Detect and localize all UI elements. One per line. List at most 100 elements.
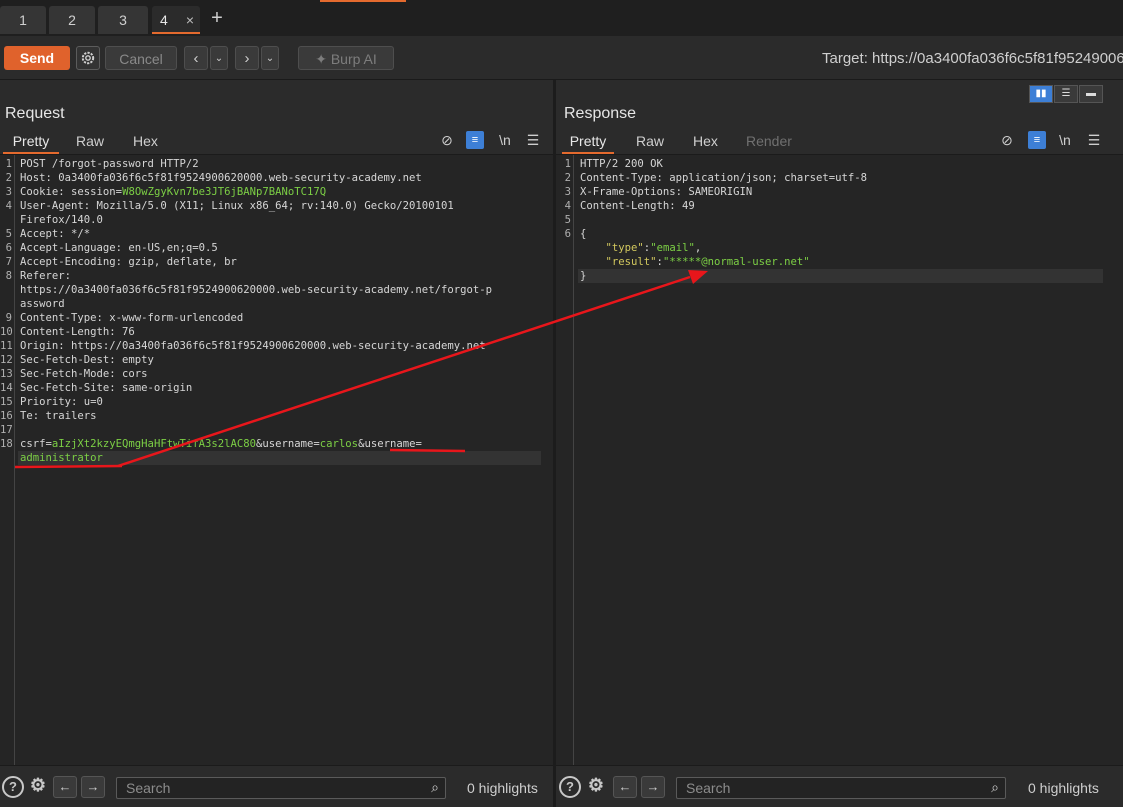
code-line[interactable]: https://0a3400fa036f6c5f81f9524900620000… [20, 283, 492, 297]
tab-4[interactable]: 4 × [152, 6, 200, 34]
gear-icon[interactable]: ⚙ [585, 776, 607, 798]
gear-icon[interactable]: ⚙ [27, 776, 49, 798]
line-number [0, 297, 12, 311]
line-number: 5 [564, 214, 571, 226]
code-line[interactable]: "result":"*****@normal-user.net" [580, 255, 810, 269]
request-editor[interactable]: 1 2 3 4 5 6 7 8 9 10 11 12 13 14 15 16 17 18 POST /forgot… [0, 154, 553, 765]
code-line[interactable]: administrator [20, 451, 103, 465]
line-number: 6 [5, 242, 12, 254]
cancel-button[interactable]: Cancel [105, 46, 177, 70]
code-line[interactable]: Origin: https://0a3400fa036f6c5f81f95249… [20, 339, 486, 353]
code-line[interactable]: Accept-Encoding: gzip, deflate, br [20, 255, 237, 269]
code-line[interactable]: Firefox/140.0 [20, 213, 103, 227]
help-icon[interactable]: ? [559, 776, 581, 798]
tab-pretty[interactable]: Pretty [3, 132, 59, 154]
code-line[interactable]: Priority: u=0 [20, 395, 103, 409]
tab-pretty[interactable]: Pretty [562, 132, 614, 154]
newline-icon[interactable]: \n [1056, 131, 1074, 149]
line-number: 9 [5, 312, 12, 324]
code-line[interactable]: POST /forgot-password HTTP/2 [20, 157, 199, 171]
search-prev-button[interactable]: ← [613, 776, 637, 798]
accent-line [320, 0, 406, 2]
code-line[interactable]: HTTP/2 200 OK [580, 157, 663, 171]
burp-ai-button[interactable]: ✦ Burp AI [298, 46, 394, 70]
code-line[interactable]: Referer: [20, 269, 71, 283]
code-line[interactable]: Te: trailers [20, 409, 97, 423]
add-tab-button[interactable]: + [207, 6, 227, 32]
request-subtabs: Pretty Raw Hex ⊘ ≡ \n ☰ [0, 128, 553, 154]
header-name: Cookie: session= [20, 186, 123, 198]
line-number: 10 [0, 326, 13, 338]
response-editor[interactable]: 1 2 3 4 5 6 HTTP/2 200 OK Content-Type: applic… [556, 154, 1123, 765]
code-line[interactable]: csrf=aIzjXt2kzyEQmgHaHFtwTifA3s2lAC80&us… [20, 437, 422, 451]
line-number: 18 [0, 438, 13, 450]
search-placeholder: Search [126, 780, 171, 796]
line-number: 3 [5, 186, 12, 198]
tab-render[interactable]: Render [746, 132, 792, 154]
layout-side-by-side-icon[interactable]: ▮▮ [1029, 85, 1053, 103]
search-input[interactable]: Search ⌕ [676, 777, 1006, 799]
code-line[interactable]: Content-Length: 76 [20, 325, 135, 339]
word-wrap-icon[interactable]: ≡ [466, 131, 484, 149]
search-input[interactable]: Search ⌕ [116, 777, 446, 799]
line-number [556, 241, 571, 255]
target-url[interactable]: Target: https://0a3400fa036f6c5f81f95249… [822, 50, 1123, 67]
word-wrap-icon[interactable]: ≡ [1028, 131, 1046, 149]
code-line[interactable]: Sec-Fetch-Dest: empty [20, 353, 154, 367]
code-line[interactable]: { [580, 227, 586, 241]
code-line[interactable]: "type":"email", [580, 241, 702, 255]
code-line[interactable]: Cookie: session=W8OwZgyKvn7be3JT6jBANp7B… [20, 185, 326, 199]
layout-stacked-icon[interactable]: ☰ [1054, 85, 1078, 103]
tab-1[interactable]: 1 [0, 6, 46, 34]
line-gutter: 1 2 3 4 5 6 [556, 155, 574, 765]
line-number [0, 451, 12, 465]
tab-hex[interactable]: Hex [693, 132, 718, 154]
code-line[interactable]: Content-Length: 49 [580, 199, 695, 213]
line-number [0, 213, 12, 227]
tab-raw[interactable]: Raw [636, 132, 664, 154]
code-line[interactable]: X-Frame-Options: SAMEORIGIN [580, 185, 752, 199]
code-line[interactable]: Content-Type: x-www-form-urlencoded [20, 311, 243, 325]
menu-icon[interactable]: ☰ [1085, 131, 1103, 149]
param-name [580, 242, 606, 254]
line-number: 13 [0, 368, 13, 380]
code-line[interactable]: Sec-Fetch-Mode: cors [20, 367, 148, 381]
hide-eye-icon[interactable]: ⊘ [998, 131, 1016, 149]
line-number: 11 [0, 340, 13, 352]
back-button[interactable]: ‹ [184, 46, 208, 70]
line-number: 2 [564, 172, 571, 184]
response-title: Response [564, 105, 637, 122]
settings-button[interactable] [76, 46, 100, 70]
newline-icon[interactable]: \n [496, 131, 514, 149]
layout-single-icon[interactable]: ▬ [1079, 85, 1103, 103]
param-value: carlos [319, 438, 359, 450]
code-line[interactable]: Sec-Fetch-Site: same-origin [20, 381, 192, 395]
help-icon[interactable]: ? [2, 776, 24, 798]
menu-icon[interactable]: ☰ [524, 131, 542, 149]
tab-hex[interactable]: Hex [133, 132, 158, 154]
line-number: 7 [5, 256, 12, 268]
forward-button[interactable]: › [235, 46, 259, 70]
close-icon[interactable]: × [186, 6, 194, 34]
json-key: "type" [605, 242, 644, 254]
tab-2[interactable]: 2 [49, 6, 95, 34]
search-next-button[interactable]: → [81, 776, 105, 798]
param-value: "*****@normal-user.net" [662, 256, 810, 268]
code-line[interactable]: Accept: */* [20, 227, 90, 241]
code-line[interactable]: Host: 0a3400fa036f6c5f81f9524900620000.w… [20, 171, 422, 185]
search-next-button[interactable]: → [641, 776, 665, 798]
request-panel: Request Pretty Raw Hex ⊘ ≡ \n ☰ 12345678… [0, 80, 553, 807]
send-button[interactable]: Send [4, 46, 70, 70]
line-number: 15 [0, 396, 13, 408]
hide-eye-icon[interactable]: ⊘ [438, 131, 456, 149]
tab-3[interactable]: 3 [98, 6, 148, 34]
code-line[interactable]: Accept-Language: en-US,en;q=0.5 [20, 241, 218, 255]
code-line[interactable]: Content-Type: application/json; charset=… [580, 171, 867, 185]
back-dropdown-button[interactable]: ⌄ [210, 46, 228, 70]
search-prev-button[interactable]: ← [53, 776, 77, 798]
code-line[interactable]: assword [20, 297, 65, 311]
tab-raw[interactable]: Raw [76, 132, 104, 154]
code-line[interactable]: User-Agent: Mozilla/5.0 (X11; Linux x86_… [20, 199, 454, 213]
forward-dropdown-button[interactable]: ⌄ [261, 46, 279, 70]
code-line[interactable]: } [580, 269, 586, 283]
